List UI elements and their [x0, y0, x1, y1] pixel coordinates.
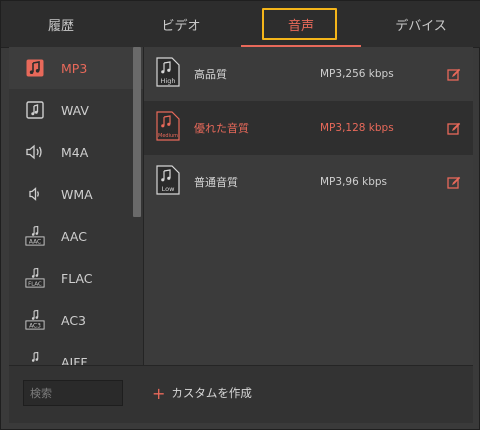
bottom-bar: + カスタムを作成 [9, 365, 473, 423]
tab-device[interactable]: デバイス [361, 1, 480, 47]
quality-list: High 高品質 MP3,256 kbps Medium 優れた音質 MP3,1… [144, 47, 473, 365]
format-label: AIFF [61, 354, 88, 366]
format-label: AC3 [61, 312, 87, 328]
format-item-wma[interactable]: WMA [9, 173, 144, 215]
format-item-aiff[interactable]: AIFF [9, 341, 144, 365]
aac-file-icon: AAC [25, 225, 45, 247]
svg-text:Low: Low [162, 185, 175, 193]
format-item-m4a[interactable]: M4A [9, 131, 144, 173]
high-quality-icon: High [156, 57, 180, 87]
create-custom-label: カスタムを作成 [171, 386, 252, 400]
quality-item-low[interactable]: Low 普通音質 MP3,96 kbps [144, 155, 473, 209]
quality-item-medium[interactable]: Medium 優れた音質 MP3,128 kbps [144, 101, 473, 155]
quality-spec: MP3,96 kbps [320, 176, 387, 188]
edit-icon[interactable] [447, 121, 461, 135]
svg-text:AC3: AC3 [29, 323, 41, 329]
quality-name: 高品質 [194, 68, 227, 81]
search-input[interactable] [23, 380, 123, 406]
svg-text:AAC: AAC [29, 239, 41, 245]
format-item-aac[interactable]: AAC AAC [9, 215, 144, 257]
format-label: FLAC [61, 270, 93, 286]
format-item-flac[interactable]: FLAC FLAC [9, 257, 144, 299]
quality-item-high[interactable]: High 高品質 MP3,256 kbps [144, 47, 473, 101]
music-note-icon [25, 57, 45, 79]
format-item-mp3[interactable]: MP3 [9, 47, 144, 89]
category-tabs: 履歴 ビデオ 音声 デバイス [1, 1, 480, 47]
low-quality-icon: Low [156, 165, 180, 195]
tab-audio[interactable]: 音声 [241, 1, 361, 47]
edit-icon[interactable] [447, 67, 461, 81]
quality-name: 優れた音質 [194, 122, 249, 135]
create-custom-button[interactable]: + カスタムを作成 [152, 380, 252, 406]
tab-label: 履歴 [47, 18, 74, 34]
medium-quality-icon: Medium [156, 111, 180, 141]
format-label: AAC [61, 228, 87, 244]
format-list: MP3 WAV M4A WMA AAC AAC FLAC FLAC AC3 AC… [9, 47, 144, 365]
aiff-file-icon [25, 351, 45, 365]
format-list-scrollbar[interactable] [133, 47, 141, 217]
tab-label: デバイス [395, 18, 447, 34]
format-label: M4A [61, 144, 89, 160]
svg-text:High: High [161, 77, 176, 85]
format-item-wav[interactable]: WAV [9, 89, 144, 131]
tab-video[interactable]: ビデオ [121, 1, 241, 47]
tab-history[interactable]: 履歴 [1, 1, 121, 47]
format-label: WMA [61, 186, 93, 202]
speaker-icon [25, 141, 45, 163]
quality-name: 普通音質 [194, 176, 238, 189]
svg-text:Medium: Medium [158, 133, 178, 139]
svg-text:FLAC: FLAC [28, 281, 42, 287]
audio-format-panel: 履歴 ビデオ 音声 デバイス MP3 WAV M4A WMA AAC AAC F… [0, 0, 480, 430]
plus-icon: + [152, 383, 166, 403]
wma-icon [25, 183, 45, 205]
edit-icon[interactable] [447, 175, 461, 189]
quality-spec: MP3,128 kbps [320, 122, 394, 134]
wav-file-icon [25, 99, 45, 121]
highlight-box [262, 8, 337, 40]
ac3-file-icon: AC3 [25, 309, 45, 331]
format-label: MP3 [61, 60, 88, 76]
quality-spec: MP3,256 kbps [320, 68, 394, 80]
tab-label: ビデオ [161, 18, 201, 34]
format-label: WAV [61, 102, 89, 118]
format-item-ac3[interactable]: AC3 AC3 [9, 299, 144, 341]
flac-file-icon: FLAC [25, 267, 45, 289]
